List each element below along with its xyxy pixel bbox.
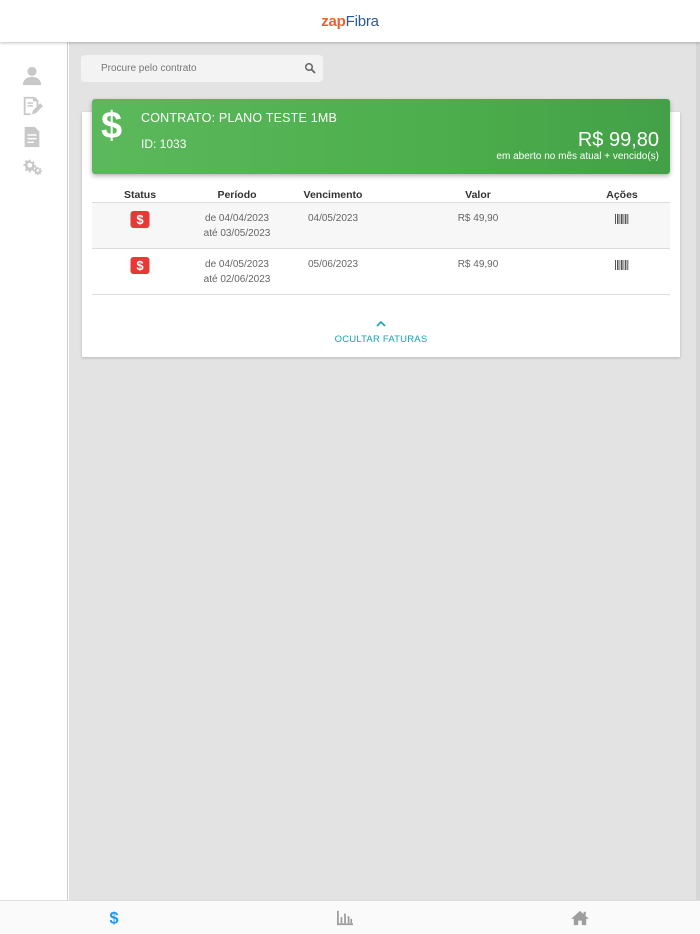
value-cell: R$ 49,90 xyxy=(457,259,499,270)
period-cell: de 04/04/2023 até 03/05/2023 xyxy=(204,211,271,241)
nav-billing-button[interactable]: $ xyxy=(104,909,124,927)
barcode-icon[interactable] xyxy=(615,214,629,224)
sidebar xyxy=(0,42,68,900)
hide-invoices-label: OCULTAR FATURAS xyxy=(334,334,428,345)
home-icon xyxy=(571,910,589,926)
header-status: Status xyxy=(123,189,157,201)
search-input[interactable] xyxy=(101,63,291,74)
value-cell: R$ 49,90 xyxy=(457,213,499,224)
svg-text:$: $ xyxy=(109,909,118,927)
table-header: Status Período Vencimento Valor Ações xyxy=(92,189,670,203)
settings-gears-icon[interactable] xyxy=(20,155,44,179)
due-date-cell: 05/06/2023 xyxy=(307,259,359,270)
header-actions: Ações xyxy=(606,189,638,201)
period-to: até 02/06/2023 xyxy=(203,274,271,285)
barcode-icon[interactable] xyxy=(615,260,629,270)
open-amount-note: em aberto no mês atual + vencido(s) xyxy=(496,151,659,162)
top-bar: zapFibra xyxy=(0,0,700,42)
search-icon[interactable] xyxy=(304,62,316,74)
user-icon[interactable] xyxy=(20,64,44,88)
open-invoice-status-icon[interactable]: $ xyxy=(130,211,150,228)
period-from: de 04/04/2023 xyxy=(205,213,269,224)
period-from: de 04/05/2023 xyxy=(205,259,269,270)
contract-id: ID: 1033 xyxy=(141,137,187,151)
table-row: $ de 04/05/2023 até 02/06/2023 05/06/202… xyxy=(92,249,670,295)
table-row: $ de 04/04/2023 até 03/05/2023 04/05/202… xyxy=(92,203,670,249)
open-invoice-status-icon[interactable]: $ xyxy=(130,257,150,274)
header-value: Valor xyxy=(465,189,491,201)
open-amount: R$ 99,80 xyxy=(577,129,659,151)
bar-chart-icon xyxy=(337,910,353,926)
header-due-date: Vencimento xyxy=(303,189,363,201)
logo-fibra-text: Fibra xyxy=(345,12,379,30)
scrollbar[interactable] xyxy=(696,42,700,900)
dollar-icon: $ xyxy=(101,105,123,147)
period-to: até 03/05/2023 xyxy=(203,228,271,239)
invoices-table: Status Período Vencimento Valor Ações $ … xyxy=(92,189,670,295)
nav-home-button[interactable] xyxy=(570,909,590,927)
period-cell: de 04/05/2023 até 02/06/2023 xyxy=(204,257,271,287)
header-period: Período xyxy=(217,189,257,201)
logo-zap-text: zap xyxy=(321,12,346,30)
contract-title: CONTRATO: PLANO TESTE 1MB xyxy=(141,111,338,125)
contract-banner[interactable]: $ CONTRATO: PLANO TESTE 1MB ID: 1033 R$ … xyxy=(92,99,670,174)
dollar-icon: $ xyxy=(109,909,118,927)
contract-search xyxy=(81,55,323,82)
bottom-nav: $ xyxy=(0,900,700,934)
nav-usage-button[interactable] xyxy=(335,909,355,927)
hide-invoices-toggle[interactable]: OCULTAR FATURAS xyxy=(82,320,680,345)
chevron-up-icon xyxy=(376,320,386,327)
due-date-cell: 04/05/2023 xyxy=(307,213,359,224)
document-icon[interactable] xyxy=(20,125,44,149)
edit-document-icon[interactable] xyxy=(20,94,44,118)
zapfibra-logo[interactable]: zapFibra xyxy=(321,13,379,30)
